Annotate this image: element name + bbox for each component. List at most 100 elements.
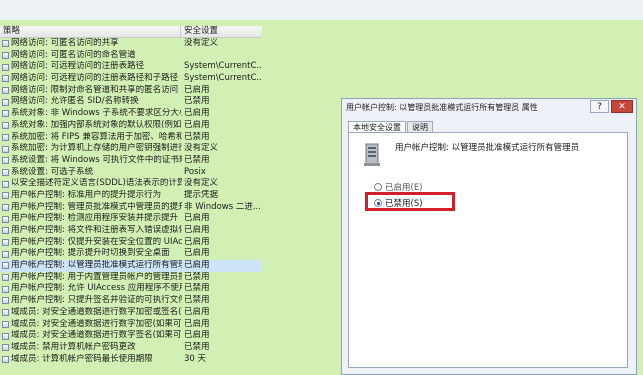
- policy-name: 以安全描述符定义语言(SDDL)语法表示的计算...: [11, 178, 182, 189]
- table-row[interactable]: 用户帐户控制: 用于内置管理员帐户的管理员批... 已禁用: [0, 272, 262, 284]
- table-row[interactable]: 用户帐户控制: 只提升签名并验证的可执行文件 已禁用: [0, 295, 262, 307]
- policy-name: 域成员: 对安全通道数据进行数字签名(如果可能): [11, 330, 182, 341]
- policy-name: 系统设置: 可选子系统: [11, 166, 94, 177]
- policy-icon: [2, 192, 9, 200]
- table-row[interactable]: 系统加密: 将 FIPS 兼容算法用于加密、哈希和... 已禁用: [0, 132, 262, 144]
- policy-name-cell: 系统设置: 可选子系统: [0, 167, 182, 179]
- column-header-policy[interactable]: 策略: [0, 26, 181, 37]
- table-row[interactable]: 网络访问: 可远程访问的注册表路径 System\CurrentC...: [0, 61, 262, 73]
- table-row[interactable]: 用户帐户控制: 允许 UIAccess 应用程序不使用... 已禁用: [0, 283, 262, 295]
- table-row[interactable]: 系统设置: 将 Windows 可执行文件中的证书规... 已禁用: [0, 155, 262, 167]
- policy-name-cell: 用户帐户控制: 提示提升时切换到安全桌面: [0, 248, 182, 260]
- policy-name-cell: 系统对象: 加强内部系统对象的默认权限(例如, ...: [0, 120, 182, 132]
- help-button[interactable]: ?: [590, 100, 609, 113]
- policy-icon: [2, 133, 9, 141]
- policy-name-cell: 用户帐户控制: 允许 UIAccess 应用程序不使用...: [0, 283, 182, 295]
- policy-icon: [2, 309, 9, 317]
- policy-name-cell: 域成员: 禁用计算机帐户密码更改: [0, 342, 182, 354]
- policy-name-cell: 域成员: 对安全通道数据进行数字签名(如果可能): [0, 330, 182, 342]
- policy-icon: [2, 285, 9, 293]
- policy-name: 用户帐户控制: 管理员批准模式中管理员的提升...: [11, 201, 182, 212]
- policy-icon: [2, 320, 9, 328]
- policy-name: 网络访问: 可远程访问的注册表路径和子路径: [11, 73, 179, 84]
- policy-setting: 已禁用: [184, 154, 210, 165]
- policy-name-cell: 用户帐户控制: 标准用户的提升提示行为: [0, 190, 182, 202]
- column-header-setting[interactable]: 安全设置: [181, 26, 218, 37]
- policy-icon: [2, 344, 9, 352]
- table-row[interactable]: 域成员: 对安全通道数据进行数字加密或签名(始... 已启用: [0, 307, 262, 319]
- policy-setting: [182, 50, 262, 62]
- policy-name: 用户帐户控制: 允许 UIAccess 应用程序不使用...: [11, 283, 182, 294]
- policy-name-cell: 系统对象: 非 Windows 子系统不要求区分大小写: [0, 108, 182, 120]
- policy-list-header: 策略 安全设置: [0, 26, 262, 38]
- table-row[interactable]: 域成员: 对安全通道数据进行数字签名(如果可能) 已启用: [0, 330, 262, 342]
- table-row[interactable]: 用户帐户控制: 标准用户的提升提示行为 提示凭据: [0, 190, 262, 202]
- table-row[interactable]: 域成员: 计算机帐户密码最长使用期限 30 天: [0, 354, 262, 366]
- policy-setting: 已禁用: [184, 96, 210, 107]
- policy-name: 系统对象: 非 Windows 子系统不要求区分大小写: [11, 108, 182, 119]
- table-row[interactable]: 系统对象: 非 Windows 子系统不要求区分大小写 已启用: [0, 108, 262, 120]
- table-row[interactable]: 域成员: 对安全通道数据进行数字加密(如果可能) 已启用: [0, 319, 262, 331]
- policy-name: 用户帐户控制: 只提升签名并验证的可执行文件: [11, 295, 182, 306]
- policy-name: 网络访问: 可远程访问的注册表路径: [11, 61, 145, 72]
- policy-icon: [2, 75, 9, 83]
- policy-setting: 已启用: [184, 318, 210, 329]
- policy-name-label: 用户帐户控制: 以管理员批准模式运行所有管理员: [395, 143, 580, 153]
- policy-icon: [2, 98, 9, 106]
- policy-name: 域成员: 禁用计算机帐户密码更改: [11, 341, 136, 352]
- policy-setting: 已禁用: [184, 131, 210, 142]
- policy-name-cell: 网络访问: 允许匿名 SID/名称转换: [0, 96, 182, 108]
- policy-icon: [2, 262, 9, 270]
- table-row[interactable]: 域成员: 禁用计算机帐户密码更改 已禁用: [0, 342, 262, 354]
- server-policy-icon: [364, 143, 380, 166]
- policy-name: 用户帐户控制: 提示提升时切换到安全桌面: [11, 248, 170, 259]
- policy-name: 域成员: 对安全通道数据进行数字加密(如果可能): [11, 318, 182, 329]
- policy-name-cell: 域成员: 计算机帐户密码最长使用期限: [0, 354, 182, 366]
- policy-icon: [2, 168, 9, 176]
- table-row[interactable]: 网络访问: 可匿名访问的命名管道: [0, 50, 262, 62]
- radio-enabled-indicator[interactable]: [374, 183, 382, 191]
- table-row[interactable]: 系统对象: 加强内部系统对象的默认权限(例如, ... 已启用: [0, 120, 262, 132]
- policy-setting: 已启用: [184, 108, 210, 119]
- policy-setting: 已启用: [184, 225, 210, 235]
- policy-name-cell: 系统设置: 将 Windows 可执行文件中的证书规...: [0, 155, 182, 167]
- table-row[interactable]: 用户帐户控制: 将文件和注册表写入错误虚拟化... 已启用: [0, 225, 262, 237]
- table-row[interactable]: 网络访问: 可匿名访问的共享 没有定义: [0, 38, 262, 50]
- table-row[interactable]: 用户帐户控制: 以管理员批准模式运行所有管理员 已启用: [0, 260, 262, 272]
- policy-name-cell: 域成员: 对安全通道数据进行数字加密(如果可能): [0, 319, 182, 331]
- policy-setting: 已启用: [184, 213, 210, 224]
- settings-panel: 用户帐户控制: 以管理员批准模式运行所有管理员 已启用(E) 已禁用(S): [348, 132, 628, 368]
- policy-icon: [2, 297, 9, 305]
- table-row[interactable]: 用户帐户控制: 检测应用程序安装并提示提升 已启用: [0, 213, 262, 225]
- policy-name-cell: 用户帐户控制: 管理员批准模式中管理员的提升...: [0, 202, 182, 214]
- table-row[interactable]: 以安全描述符定义语言(SDDL)语法表示的计算... 没有定义: [0, 178, 262, 190]
- policy-name-cell: 系统加密: 为计算机上存储的用户密钥强制进行...: [0, 143, 182, 155]
- policy-name: 网络访问: 限制对命名管道和共享的匿名访问: [11, 84, 179, 95]
- table-row[interactable]: 用户帐户控制: 仅提升安装在安全位置的 UIAcc... 已启用: [0, 237, 262, 249]
- table-row[interactable]: 用户帐户控制: 提示提升时切换到安全桌面 已启用: [0, 248, 262, 260]
- table-row[interactable]: 用户帐户控制: 管理员批准模式中管理员的提升... 非 Windows 二进...: [0, 202, 262, 214]
- policy-setting: System\CurrentC...: [184, 61, 262, 72]
- policy-name: 用户帐户控制: 用于内置管理员帐户的管理员批...: [11, 271, 182, 282]
- highlight-box: [365, 192, 455, 211]
- table-row[interactable]: 网络访问: 限制对命名管道和共享的匿名访问 已启用: [0, 85, 262, 97]
- close-button[interactable]: ✕: [611, 100, 633, 113]
- policy-setting: 已启用: [184, 306, 210, 317]
- dialog-titlebar[interactable]: 用户帐户控制: 以管理员批准模式运行所有管理员 属性 ? ✕: [342, 99, 636, 117]
- policy-setting: 已启用: [184, 84, 210, 95]
- policy-name: 网络访问: 可匿名访问的命名管道: [11, 49, 136, 60]
- table-row[interactable]: 系统设置: 可选子系统 Posix: [0, 167, 262, 179]
- table-row[interactable]: 网络访问: 可远程访问的注册表路径和子路径 System\CurrentC...: [0, 73, 262, 85]
- policy-setting: 已禁用: [184, 341, 210, 352]
- policy-setting: 已启用: [184, 248, 210, 259]
- table-row[interactable]: 系统加密: 为计算机上存储的用户密钥强制进行... 没有定义: [0, 143, 262, 155]
- policy-setting: 已启用: [184, 260, 210, 271]
- policy-name-cell: 用户帐户控制: 检测应用程序安装并提示提升: [0, 213, 182, 225]
- policy-rows: 网络访问: 可匿名访问的共享 没有定义 网络访问: 可匿名访问的命名管道 网络访问: …: [0, 38, 262, 365]
- policy-name-cell: 用户帐户控制: 将文件和注册表写入错误虚拟化...: [0, 225, 182, 237]
- table-row[interactable]: 网络访问: 允许匿名 SID/名称转换 已禁用: [0, 96, 262, 108]
- policy-icon: [2, 274, 9, 282]
- policy-icon: [2, 122, 9, 130]
- policy-name: 用户帐户控制: 标准用户的提升提示行为: [11, 189, 162, 200]
- policy-icon: [2, 40, 9, 48]
